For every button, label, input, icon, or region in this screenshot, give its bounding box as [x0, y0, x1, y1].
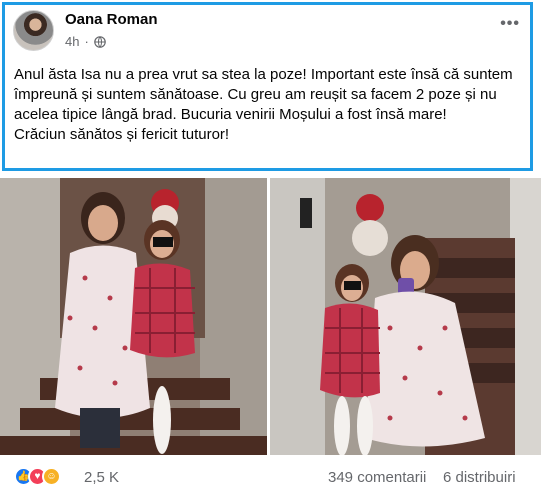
- post-text-paragraph: Crăciun sănătos și fericit tuturor!: [14, 126, 230, 143]
- reaction-icons[interactable]: 👍 ♥ ☺: [14, 467, 61, 486]
- post-header-card: Oana Roman 4h · ••• Anul ăsta Isa nu a p…: [2, 2, 533, 171]
- photo-left[interactable]: [0, 178, 267, 455]
- author-name[interactable]: Oana Roman: [65, 11, 158, 28]
- post-meta: 4h ·: [65, 34, 106, 49]
- photo-right[interactable]: [270, 178, 541, 455]
- care-icon: ☺: [42, 467, 61, 486]
- more-options-icon[interactable]: •••: [500, 16, 520, 32]
- post-text-paragraph: Anul ăsta Isa nu a prea vrut sa stea la …: [14, 66, 513, 123]
- globe-icon: [94, 35, 106, 48]
- photo-right-image: [270, 178, 541, 455]
- shares-count[interactable]: 6 distribuiri: [443, 469, 516, 486]
- meta-separator: ·: [84, 34, 89, 49]
- comments-count[interactable]: 349 comentarii: [328, 469, 426, 486]
- post-time[interactable]: 4h: [65, 34, 79, 49]
- post-text: Anul ăsta Isa nu a prea vrut sa stea la …: [14, 65, 524, 145]
- photo-grid: [0, 178, 541, 455]
- reaction-count[interactable]: 2,5 K: [84, 469, 119, 486]
- photo-left-image: [0, 178, 267, 455]
- reactions-bar: 👍 ♥ ☺ 2,5 K 349 comentarii 6 distribuiri: [0, 462, 541, 492]
- author-avatar[interactable]: [13, 10, 54, 51]
